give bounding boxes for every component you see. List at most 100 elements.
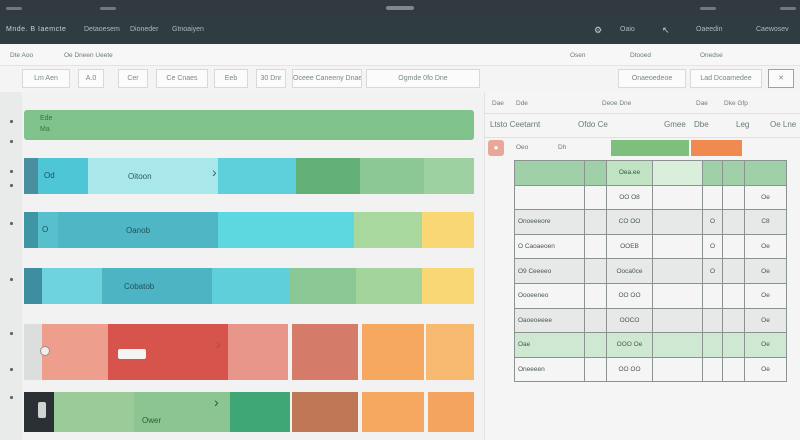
table-row[interactable]: Oneeeen OO OO Oe [514, 356, 787, 383]
table-cell [722, 184, 745, 211]
chevron-right-icon[interactable]: › [214, 394, 219, 410]
row-segment [422, 212, 474, 248]
window-control[interactable] [780, 7, 796, 10]
details-header-label: Dae [492, 100, 504, 107]
tag-icon[interactable]: ● [488, 140, 504, 156]
table-cell: OOO Oe [606, 332, 653, 358]
table-header[interactable] [514, 160, 585, 186]
table-cell [584, 184, 607, 211]
row-chip[interactable] [118, 349, 146, 359]
row-handle[interactable] [24, 268, 42, 304]
table-row[interactable]: O9 Ceeeeo Ooca0ce O Oe [514, 258, 787, 284]
row-segment [54, 392, 134, 432]
row-segment [356, 268, 422, 304]
table-cell [722, 233, 745, 260]
table-row[interactable]: Oooeeneo OO OO Oe [514, 282, 787, 309]
row-segment [354, 212, 422, 248]
table-cell [652, 356, 703, 383]
table-header[interactable] [744, 160, 787, 186]
window-control[interactable] [700, 7, 716, 10]
toolbar-button[interactable]: Eeb [214, 69, 248, 88]
table-row[interactable]: OO O8 Oe [514, 184, 787, 211]
window-control[interactable] [100, 7, 116, 10]
toolbar-button[interactable]: Onaeoedeoe [618, 69, 686, 88]
row-label: Oitoon [128, 172, 152, 181]
row-label: Cobatob [124, 282, 155, 291]
table-cell: Oe [744, 332, 787, 358]
table-row[interactable]: Onoeeeore CO OO O C8 [514, 209, 787, 235]
row-segment [360, 158, 424, 194]
toolbar-button[interactable]: A.0 [78, 69, 104, 88]
details-subheader-label[interactable]: Ltsto Ceetarnt [490, 120, 540, 129]
table-cell [652, 258, 703, 284]
row-segment [362, 392, 424, 432]
table-header-row: Oea.ee [514, 160, 787, 186]
details-header-label: Deoe Dne [602, 100, 632, 107]
row-segment [218, 212, 354, 248]
toolbar-button[interactable]: Lm Aen [22, 69, 70, 88]
toolbar-button[interactable]: Ce Cnaes [156, 69, 208, 88]
table-cell [584, 282, 607, 309]
table-cell: Onoeeeore [514, 209, 585, 235]
window-control[interactable] [6, 7, 22, 10]
table-cell [722, 282, 745, 309]
table-header[interactable] [652, 160, 703, 186]
table-header[interactable] [722, 160, 745, 186]
header-tab[interactable]: Dioneder [130, 26, 158, 33]
table-header[interactable] [702, 160, 723, 186]
chevron-right-icon[interactable]: › [216, 336, 221, 352]
table-cell [584, 356, 607, 383]
table-cell [652, 209, 703, 235]
table-header[interactable] [584, 160, 607, 186]
header-tab[interactable]: Gtnoaiyen [172, 26, 204, 33]
table-cell: OO OO [606, 282, 653, 309]
row-segment [292, 392, 358, 432]
header-tab[interactable]: Oaeedin [696, 26, 722, 33]
row-marker [10, 368, 13, 371]
close-icon[interactable]: ✕ [768, 69, 794, 88]
row-tag: O [42, 225, 49, 234]
row-marker [10, 120, 13, 123]
filter-chip[interactable] [611, 140, 689, 156]
row-handle[interactable] [24, 158, 38, 194]
table-row[interactable]: O Caoaeoen OOEB O Oe [514, 233, 787, 260]
table-header[interactable]: Oea.ee [606, 160, 653, 186]
toolbar-button[interactable]: Oceee Caneeny Dnae [292, 69, 362, 88]
table-cell [702, 332, 723, 358]
table-cell [722, 356, 745, 383]
table-row[interactable]: Oaoeoeeee OOCO Oe [514, 307, 787, 334]
row-segment [212, 268, 290, 304]
row-handle[interactable] [24, 212, 38, 248]
toolbar-button[interactable]: Cer [118, 69, 148, 88]
header-tab[interactable]: Detaoesem [84, 26, 120, 33]
table-cell [702, 356, 723, 383]
group-header-bar[interactable]: Ede Ma [24, 110, 474, 140]
details-subheader-label[interactable]: Oe Lne [770, 120, 796, 129]
toolbar-button[interactable]: 30 Dnr [256, 69, 286, 88]
header-tab[interactable]: Caewosev [756, 26, 789, 33]
table-cell: O [702, 209, 723, 235]
chevron-right-icon[interactable]: › [212, 164, 217, 180]
row-marker [10, 396, 13, 399]
filter-chip[interactable] [691, 140, 742, 156]
row-marker [10, 278, 13, 281]
drag-handle[interactable] [386, 6, 414, 10]
row-segment [422, 268, 474, 304]
table-row-selected[interactable]: Oae OOO Oe Oe [514, 332, 787, 358]
row-segment [42, 324, 108, 380]
details-header: Dae Dde Deoe Dne Dae Dke Gfp [484, 92, 800, 114]
details-subheader-label[interactable]: Gmee [664, 120, 686, 129]
table-cell: OOEB [606, 233, 653, 260]
table-cell: Oooeeneo [514, 282, 585, 309]
toolbar-button[interactable]: Ogmde 0fo Dne [366, 69, 480, 88]
details-subheader-label[interactable]: Dbe [694, 120, 709, 129]
details-subheader-label[interactable]: Ofdo Ce [578, 120, 608, 129]
details-subheader-label[interactable]: Leg [736, 120, 749, 129]
row-segment [228, 324, 288, 380]
toolbar-button[interactable]: Lad Dcoamedee [690, 69, 762, 88]
row-segment: Oanob [58, 212, 218, 248]
toolbar-label: Onedse [700, 52, 723, 59]
app-header: Mnde. B Iaemcte Detaoesem Dioneder Gtnoa… [0, 17, 800, 44]
settings-icon[interactable]: ⚙ [594, 25, 602, 36]
row-segment [42, 268, 102, 304]
